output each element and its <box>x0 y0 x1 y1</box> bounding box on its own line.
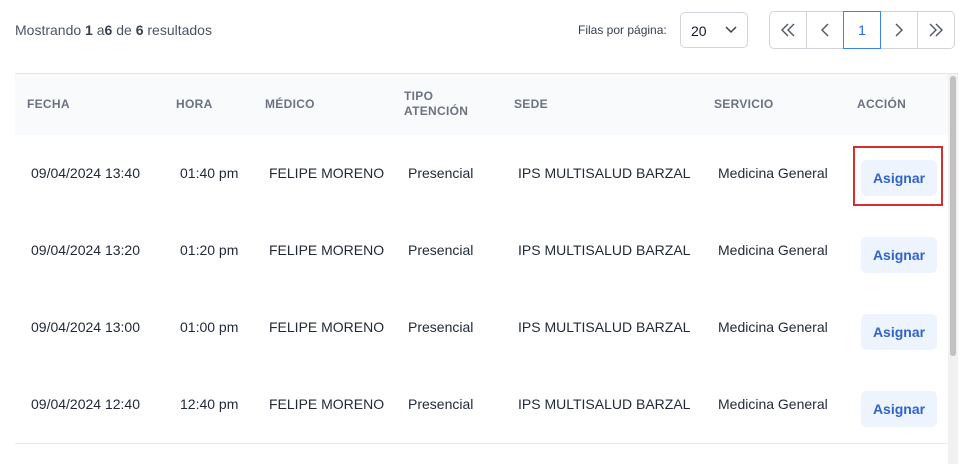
cell-tipo: Presencial <box>408 319 474 335</box>
cell-sede: IPS MULTISALUD BARZAL <box>518 396 691 412</box>
header-fecha: FECHA <box>27 97 70 111</box>
cell-servicio: Medicina General <box>718 396 828 412</box>
cell-medico: FELIPE MORENO <box>269 319 385 335</box>
prev-page-icon <box>821 23 829 37</box>
last-page-button[interactable] <box>917 11 955 49</box>
cell-fecha: 09/04/2024 13:40 <box>31 165 140 181</box>
summary-total: 6 <box>135 22 144 38</box>
cell-hora: 01:20 pm <box>180 242 239 258</box>
table-row: 09/04/2024 13:00 01:00 pm FELIPE MORENO … <box>15 289 951 367</box>
assign-button[interactable]: Asignar <box>861 314 937 350</box>
summary-to: 6 <box>104 22 113 38</box>
prev-page-button[interactable] <box>806 11 844 49</box>
rows-per-page-label: Filas por página: <box>578 23 667 37</box>
page-1-button[interactable]: 1 <box>843 11 881 49</box>
table-row: 09/04/2024 12:40 12:40 pm FELIPE MORENO … <box>15 366 951 444</box>
header-sede: SEDE <box>514 97 548 111</box>
cell-tipo: Presencial <box>408 242 474 258</box>
cell-sede: IPS MULTISALUD BARZAL <box>518 319 691 335</box>
cell-medico: FELIPE MORENO <box>269 396 385 412</box>
highlight-box <box>853 146 943 206</box>
header-servicio: SERVICIO <box>714 97 774 111</box>
table-toolbar: Mostrando 1 a6 de 6 resultados Filas por… <box>0 0 971 62</box>
summary-de: de <box>116 22 132 38</box>
pagination: 1 <box>769 11 955 49</box>
summary-from: 1 <box>85 22 93 38</box>
chevron-down-icon <box>725 26 737 34</box>
first-page-button[interactable] <box>769 11 807 49</box>
assign-button[interactable]: Asignar <box>861 391 937 427</box>
header-tipo-atencion: TIPO ATENCIÓN <box>404 89 469 118</box>
results-summary: Mostrando 1 a6 de 6 resultados <box>15 22 212 38</box>
header-medico: MÉDICO <box>265 97 315 111</box>
assign-button[interactable]: Asignar <box>861 237 937 273</box>
current-page-number: 1 <box>858 22 866 38</box>
first-page-icon <box>781 23 795 37</box>
summary-prefix: Mostrando <box>15 22 82 38</box>
last-page-icon <box>929 23 943 37</box>
rows-per-page-select[interactable]: 20 <box>680 12 748 48</box>
header-accion: ACCIÓN <box>857 97 907 111</box>
cell-fecha: 09/04/2024 13:20 <box>31 242 140 258</box>
cell-sede: IPS MULTISALUD BARZAL <box>518 165 691 181</box>
cell-servicio: Medicina General <box>718 165 828 181</box>
table-row: 09/04/2024 13:20 01:20 pm FELIPE MORENO … <box>15 212 951 290</box>
cell-hora: 12:40 pm <box>180 396 239 412</box>
cell-fecha: 09/04/2024 13:00 <box>31 319 140 335</box>
appointments-table: FECHA HORA MÉDICO TIPO ATENCIÓN SEDE SER… <box>15 73 958 464</box>
cell-medico: FELIPE MORENO <box>269 165 385 181</box>
table-row: 09/04/2024 13:40 01:40 pm FELIPE MORENO … <box>15 135 951 213</box>
next-page-button[interactable] <box>880 11 918 49</box>
rows-per-page-value: 20 <box>691 23 707 39</box>
cell-tipo: Presencial <box>408 396 474 412</box>
cell-servicio: Medicina General <box>718 319 828 335</box>
summary-suffix: resultados <box>147 22 212 38</box>
next-page-icon <box>895 23 903 37</box>
cell-hora: 01:40 pm <box>180 165 239 181</box>
header-hora: HORA <box>176 97 213 111</box>
vertical-scrollbar[interactable] <box>948 74 958 464</box>
cell-servicio: Medicina General <box>718 242 828 258</box>
table-header: FECHA HORA MÉDICO TIPO ATENCIÓN SEDE SER… <box>15 74 951 136</box>
cell-tipo: Presencial <box>408 165 474 181</box>
scrollbar-thumb[interactable] <box>950 76 956 356</box>
cell-hora: 01:00 pm <box>180 319 239 335</box>
summary-a: a <box>96 22 105 38</box>
cell-fecha: 09/04/2024 12:40 <box>31 396 140 412</box>
cell-medico: FELIPE MORENO <box>269 242 385 258</box>
cell-sede: IPS MULTISALUD BARZAL <box>518 242 691 258</box>
